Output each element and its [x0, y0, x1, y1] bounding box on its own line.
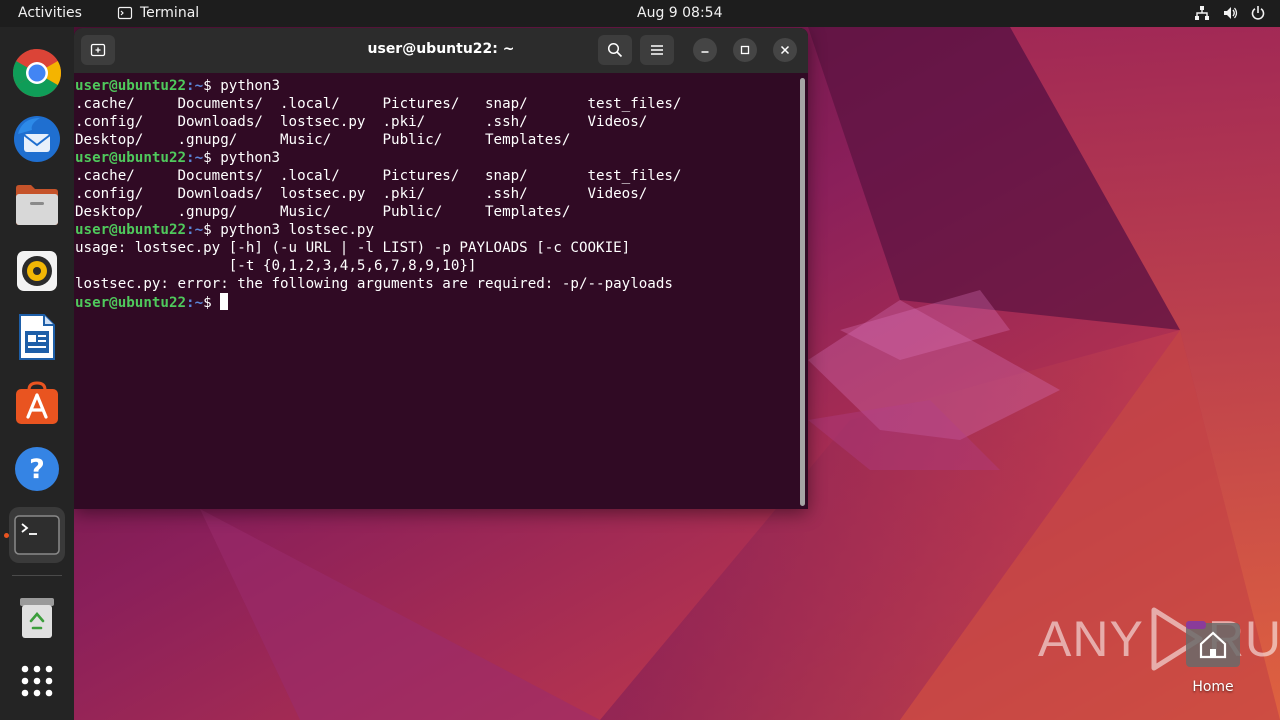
- prompt-user: user@ubuntu22: [75, 222, 187, 238]
- rhythmbox-icon: [17, 251, 57, 291]
- home-folder-icon[interactable]: [1184, 619, 1242, 669]
- terminal-output-line: .config/ Downloads/ lostsec.py .pki/ .ss…: [75, 114, 648, 130]
- prompt-command: python3: [220, 150, 281, 166]
- close-icon: [780, 45, 790, 55]
- network-icon: [1195, 6, 1209, 20]
- minimize-button[interactable]: [693, 38, 717, 62]
- dock-item-rhythmbox[interactable]: [9, 243, 65, 299]
- prompt-path: :~: [186, 295, 204, 311]
- prompt-command: python3 lostsec.py: [220, 222, 374, 238]
- maximize-icon: [740, 45, 750, 55]
- dock-item-terminal[interactable]: [9, 507, 65, 563]
- terminal-small-icon: [117, 6, 133, 20]
- terminal-output-line: .config/ Downloads/ lostsec.py .pki/ .ss…: [75, 186, 648, 202]
- app-center-icon: [16, 381, 58, 424]
- files-icon: [16, 185, 58, 225]
- dock-item-trash[interactable]: [9, 590, 65, 646]
- search-icon: [607, 42, 623, 58]
- terminal-output-line: usage: lostsec.py [-h] (-u URL | -l LIST…: [75, 240, 631, 256]
- terminal-prompt-line: user@ubuntu22:~$ python3: [75, 77, 795, 95]
- terminal-prompt-line: user@ubuntu22:~$ python3 lostsec.py: [75, 221, 795, 239]
- app-menu-label: Terminal: [140, 5, 200, 21]
- prompt-user: user@ubuntu22: [75, 78, 187, 94]
- terminal-output-line: .cache/ Documents/ .local/ Pictures/ sna…: [75, 96, 682, 112]
- prompt-path: :~: [186, 222, 204, 238]
- show-apps-icon: [21, 665, 53, 697]
- top-bar: Activities Terminal Aug 9 08:54: [0, 0, 1280, 27]
- dock-item-show-apps[interactable]: [9, 653, 65, 709]
- terminal-output-line: lostsec.py: error: the following argumen…: [75, 276, 673, 292]
- prompt-symbol: $: [203, 78, 221, 94]
- close-button[interactable]: [773, 38, 797, 62]
- terminal-prompt-line: user@ubuntu22:~$ python3: [75, 149, 795, 167]
- prompt-user: user@ubuntu22: [75, 150, 187, 166]
- terminal-output-line: [-t {0,1,2,3,4,5,6,7,8,9,10}]: [75, 258, 477, 274]
- watermark-text-left: ANY: [1038, 611, 1144, 667]
- terminal-window[interactable]: user@ubuntu22: ~ user@ubuntu22:~$ python…: [74, 28, 808, 509]
- dock: ?: [0, 27, 74, 720]
- system-tray[interactable]: [1194, 5, 1266, 21]
- prompt-command: python3: [220, 78, 281, 94]
- minimize-icon: [701, 51, 709, 53]
- terminal-prompt-line: user@ubuntu22:~$: [75, 293, 795, 311]
- prompt-path: :~: [186, 78, 204, 94]
- prompt-symbol: $: [203, 295, 221, 311]
- thunderbird-icon: [14, 116, 60, 162]
- prompt-symbol: $: [203, 222, 221, 238]
- volume-icon: [1224, 7, 1238, 19]
- text-cursor: [220, 293, 229, 310]
- dock-item-thunderbird[interactable]: [9, 111, 65, 167]
- prompt-path: :~: [186, 150, 204, 166]
- writer-icon: [19, 314, 55, 360]
- dock-item-help[interactable]: ?: [9, 441, 65, 497]
- app-menu[interactable]: Terminal: [117, 5, 199, 21]
- home-folder-label[interactable]: Home: [1180, 679, 1246, 695]
- dock-item-app-center[interactable]: [9, 375, 65, 431]
- prompt-symbol: $: [203, 150, 221, 166]
- maximize-button[interactable]: [733, 38, 757, 62]
- terminal-output-line: .cache/ Documents/ .local/ Pictures/ sna…: [75, 168, 682, 184]
- help-icon: ?: [15, 447, 59, 491]
- trash-icon: [20, 598, 54, 638]
- svg-text:?: ?: [29, 454, 45, 485]
- anyrun-watermark: ANY RUN: [1038, 606, 1280, 672]
- terminal-output-line: Desktop/ .gnupg/ Music/ Public/ Template…: [75, 204, 571, 220]
- terminal-titlebar[interactable]: user@ubuntu22: ~: [74, 28, 808, 73]
- power-icon: [1251, 6, 1265, 20]
- terminal-output-line: Desktop/ .gnupg/ Music/ Public/ Template…: [75, 132, 571, 148]
- dock-separator: [12, 575, 62, 576]
- hamburger-menu-icon: [651, 45, 663, 55]
- terminal-output[interactable]: user@ubuntu22:~$ python3 .cache/ Document…: [75, 77, 795, 507]
- running-indicator: [4, 533, 9, 538]
- clock[interactable]: Aug 9 08:54: [637, 5, 723, 21]
- terminal-icon: [14, 515, 60, 555]
- search-button[interactable]: [598, 35, 632, 65]
- prompt-user: user@ubuntu22: [75, 295, 187, 311]
- chrome-icon: [12, 48, 62, 98]
- dock-item-chrome[interactable]: [9, 45, 65, 101]
- dock-item-writer[interactable]: [9, 309, 65, 365]
- dock-item-files[interactable]: [9, 177, 65, 233]
- menu-button[interactable]: [640, 35, 674, 65]
- terminal-scrollbar[interactable]: [800, 78, 805, 506]
- activities-button[interactable]: Activities: [18, 5, 82, 21]
